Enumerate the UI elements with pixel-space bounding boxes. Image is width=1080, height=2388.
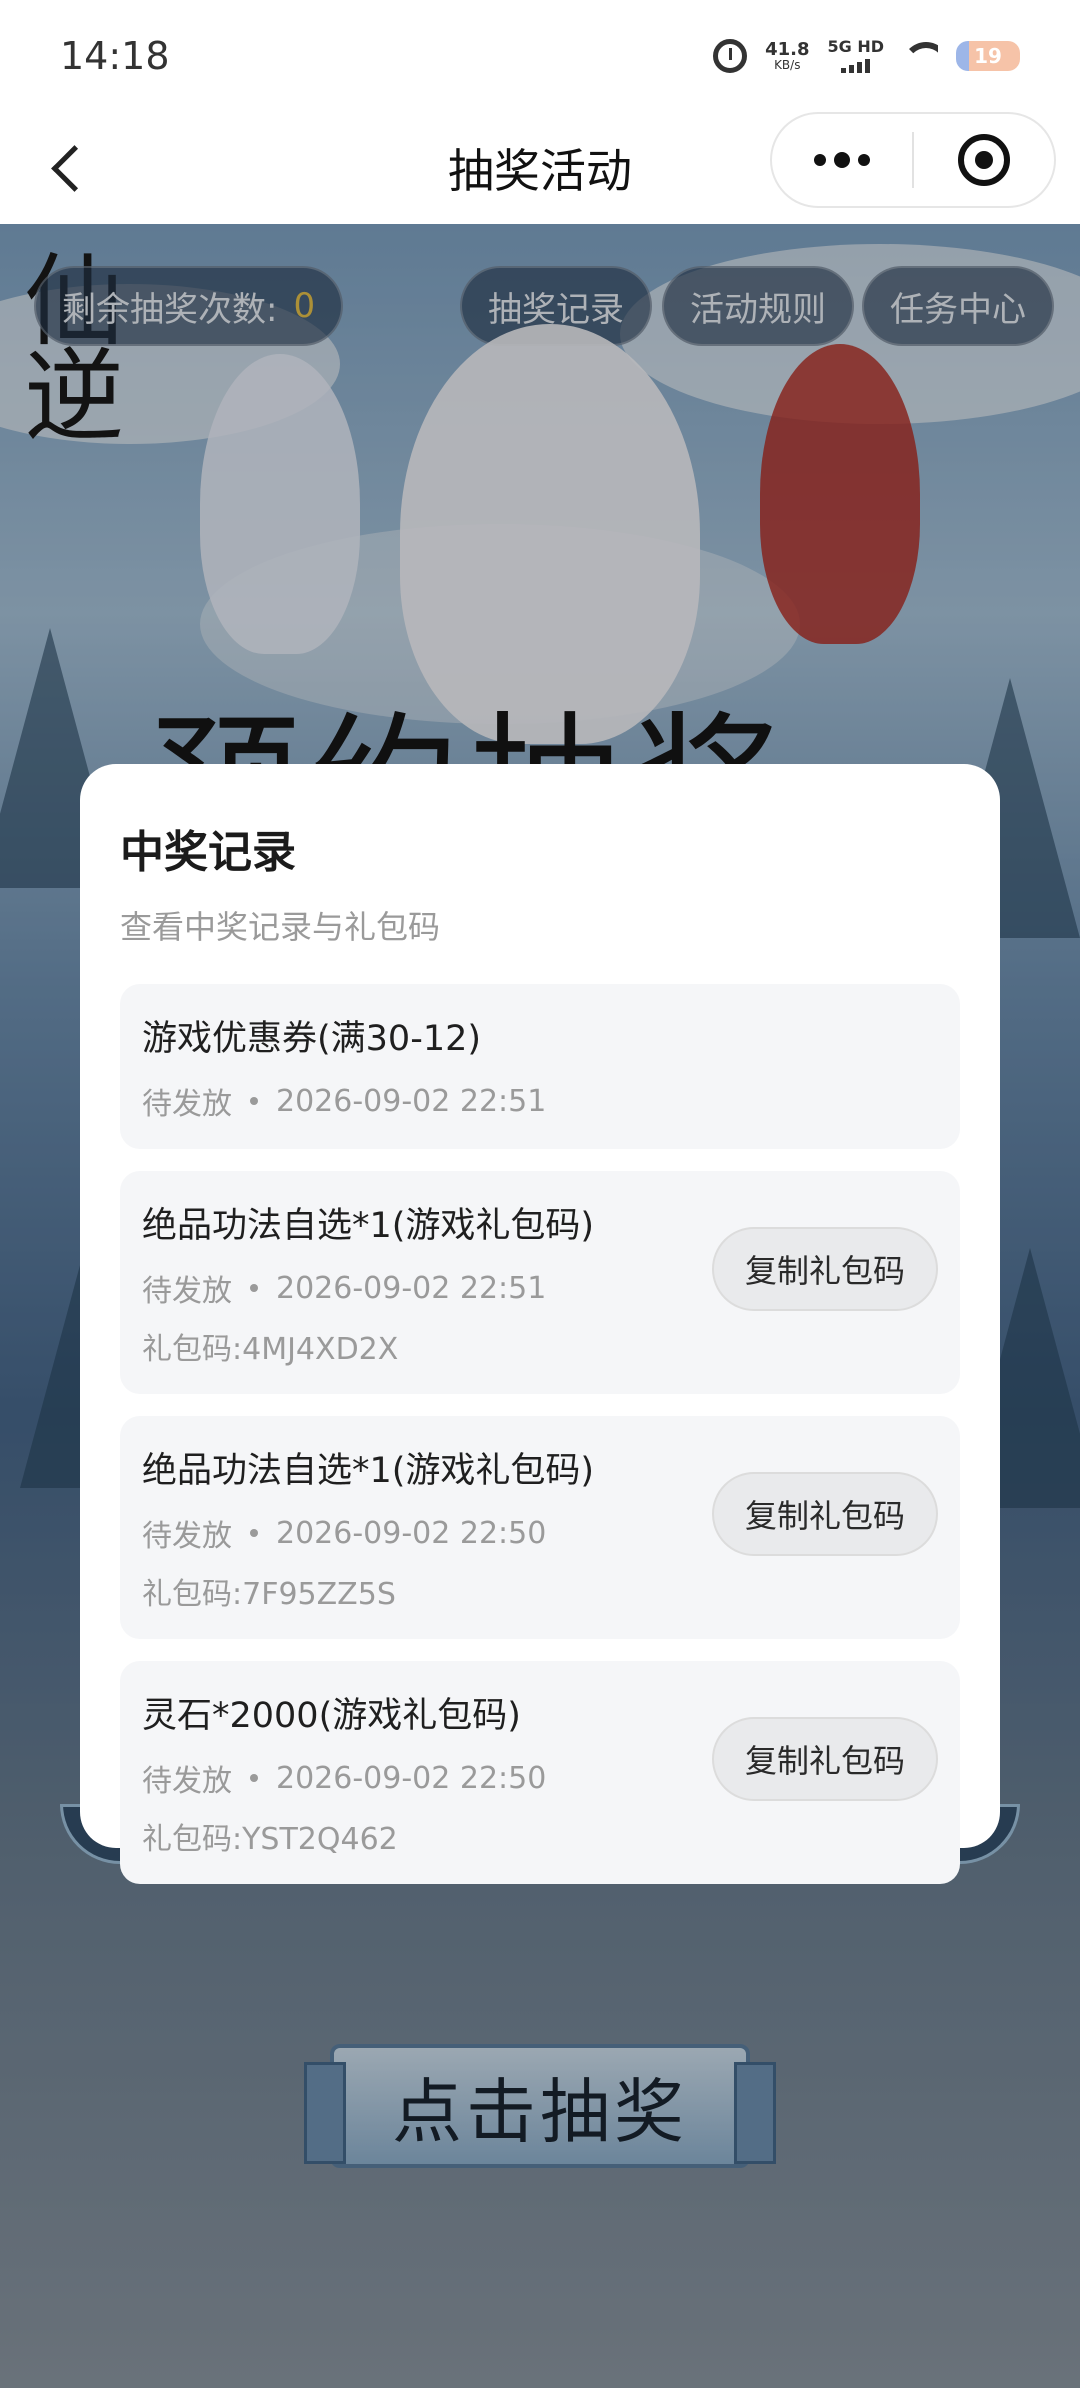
status-time: 14:18 [60, 34, 170, 78]
copy-code-button[interactable]: 复制礼包码 [712, 1472, 938, 1556]
net-speed: 41.8 KB/s [765, 39, 810, 72]
gift-code: 礼包码:4MJ4XD2X [142, 1332, 399, 1367]
net-speed-unit: KB/s [774, 58, 801, 72]
list-item: 绝品功法自选*1(游戏礼包码) 待发放 2026-09-02 22:51 礼包码… [120, 1171, 960, 1394]
nav-bar: 抽奖活动 [0, 112, 1080, 224]
page-title: 抽奖活动 [448, 144, 632, 198]
record-meta: 待发放 2026-09-02 22:51 [142, 1079, 938, 1123]
copy-code-button[interactable]: 复制礼包码 [712, 1227, 938, 1311]
close-program-icon[interactable] [914, 134, 1054, 186]
copy-code-button[interactable]: 复制礼包码 [712, 1717, 938, 1801]
separator-dot [250, 1097, 258, 1105]
signal-bars-icon [841, 59, 871, 73]
alarm-icon [713, 39, 748, 73]
more-menu-icon[interactable] [772, 152, 912, 168]
record-time: 2026-09-02 22:50 [276, 1760, 547, 1796]
status-icons: 41.8 KB/s 5G HD 19 [713, 39, 1020, 73]
net-speed-value: 41.8 [765, 39, 810, 60]
back-icon[interactable] [40, 140, 96, 196]
records-list: 游戏优惠券(满30-12) 待发放 2026-09-02 22:51 绝品功法自… [120, 984, 960, 1884]
record-status: 待发放 [142, 1087, 232, 1122]
modal-subtitle: 查看中奖记录与礼包码 [120, 908, 441, 946]
record-status: 待发放 [142, 1274, 232, 1309]
separator-dot [250, 1529, 258, 1537]
gift-code: 礼包码:YST2Q462 [142, 1822, 398, 1857]
record-time: 2026-09-02 22:50 [276, 1515, 547, 1551]
status-bar: 14:18 41.8 KB/s 5G HD 19 [0, 0, 1080, 112]
list-item: 灵石*2000(游戏礼包码) 待发放 2026-09-02 22:50 礼包码:… [120, 1661, 960, 1884]
mini-program-capsule [770, 112, 1056, 208]
battery-icon: 19 [956, 41, 1020, 71]
list-item: 绝品功法自选*1(游戏礼包码) 待发放 2026-09-02 22:50 礼包码… [120, 1416, 960, 1639]
list-item: 游戏优惠券(满30-12) 待发放 2026-09-02 22:51 [120, 984, 960, 1149]
record-status: 待发放 [142, 1764, 232, 1799]
separator-dot [250, 1284, 258, 1292]
wifi-icon [902, 42, 938, 70]
modal-title: 中奖记录 [120, 827, 296, 878]
signal-icon: 5G HD [827, 39, 884, 73]
record-status: 待发放 [142, 1519, 232, 1554]
record-time: 2026-09-02 22:51 [276, 1083, 547, 1119]
record-name: 游戏优惠券(满30-12) [142, 1019, 482, 1059]
separator-dot [250, 1774, 258, 1782]
winning-records-modal: 中奖记录 查看中奖记录与礼包码 游戏优惠券(满30-12) 待发放 2026-0… [80, 764, 1000, 1884]
record-time: 2026-09-02 22:51 [276, 1270, 547, 1306]
network-type: 5G HD [827, 37, 884, 56]
gift-code: 礼包码:7F95ZZ5S [142, 1577, 396, 1612]
